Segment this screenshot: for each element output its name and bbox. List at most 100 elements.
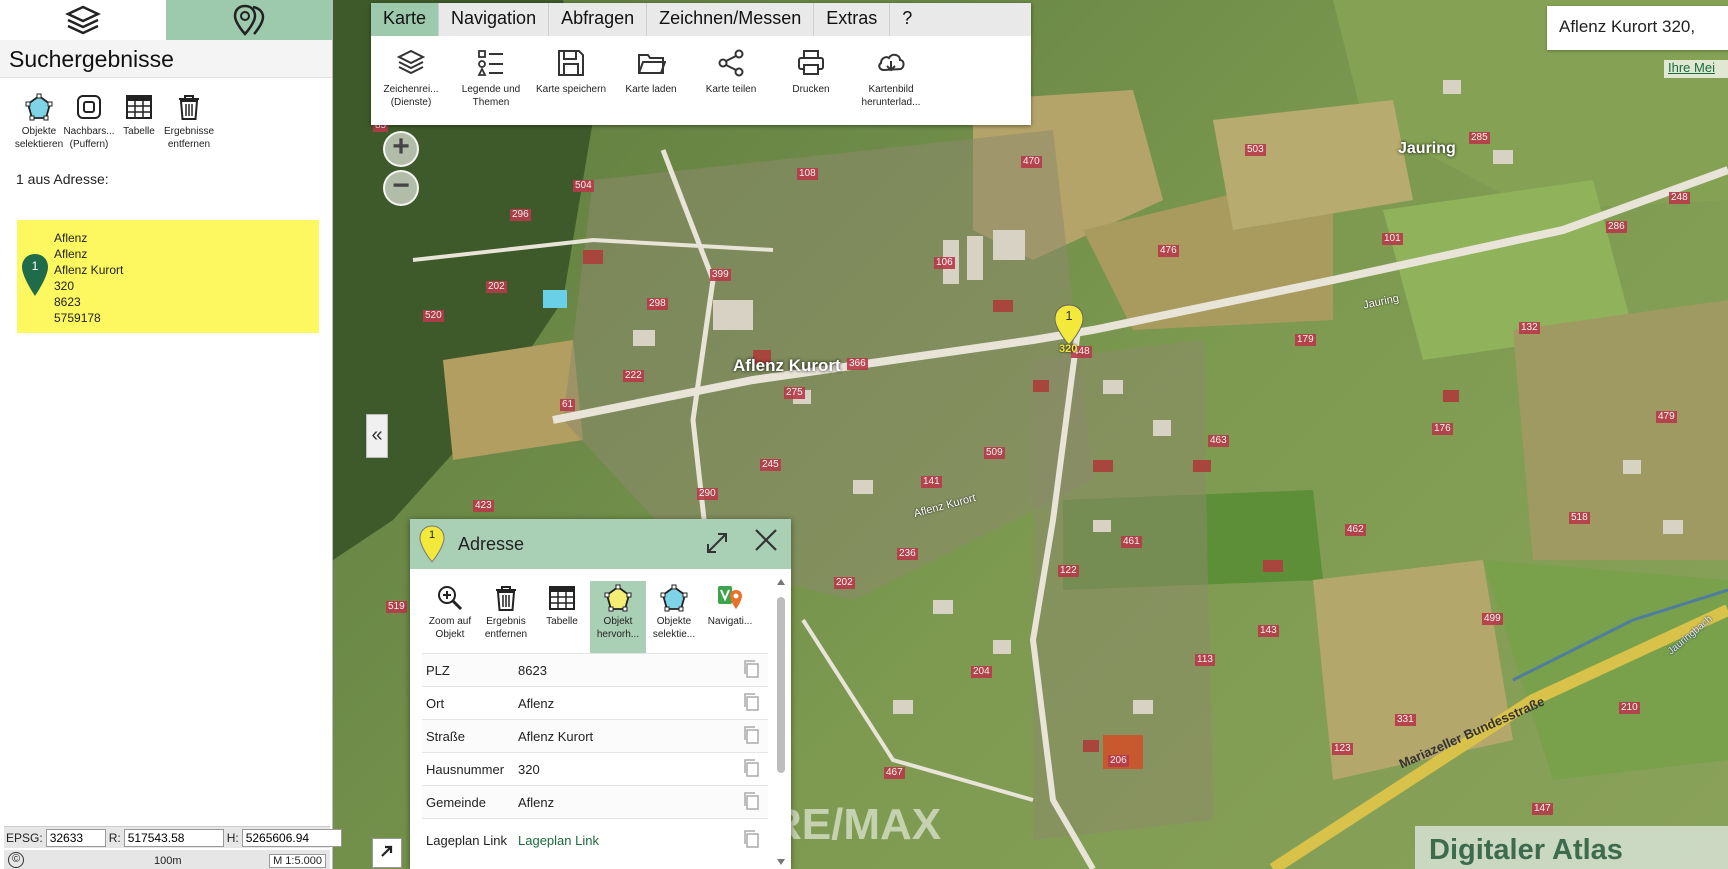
copy-button[interactable] bbox=[734, 785, 768, 819]
copy-button[interactable] bbox=[734, 653, 768, 687]
share-map-button[interactable]: Karte teilen bbox=[691, 47, 771, 109]
coordinate-bar: EPSG: R: H: bbox=[4, 826, 342, 848]
drawing-layers-button[interactable]: Zeichenrei... (Dienste) bbox=[371, 47, 451, 109]
tab-help[interactable]: ? bbox=[890, 3, 924, 36]
expand-icon[interactable] bbox=[705, 531, 729, 561]
select-objects-button[interactable]: Objekte selektieren bbox=[14, 92, 64, 151]
panel-title: Suchergebnisse bbox=[0, 40, 332, 78]
house-number-label: 463 bbox=[1208, 435, 1229, 447]
popup-scrollbar[interactable] bbox=[775, 577, 787, 869]
house-number-label: 206 bbox=[1108, 755, 1129, 767]
epsg-input[interactable] bbox=[45, 828, 106, 847]
highlight-object-button[interactable]: Objekt hervorh... bbox=[590, 581, 646, 653]
copy-button[interactable] bbox=[734, 686, 768, 720]
copy-button[interactable] bbox=[734, 752, 768, 786]
attribute-value: Aflenz Kurort bbox=[514, 719, 734, 753]
popup-tools: Zoom auf Objekt Ergebnis entfernen Tabel… bbox=[410, 569, 791, 653]
attribute-value-text: 8623 bbox=[518, 662, 547, 678]
tab-zeichnen-messen[interactable]: Zeichnen/Messen bbox=[647, 3, 815, 36]
remove-results-button[interactable]: Ergebnisse entfernen bbox=[164, 92, 214, 151]
collapse-panel-button[interactable]: « bbox=[366, 414, 388, 458]
table-button[interactable]: Tabelle bbox=[114, 92, 164, 151]
house-number-label: 470 bbox=[1021, 156, 1042, 168]
scale-bar: © 100m M 1:5.000 bbox=[4, 850, 330, 869]
attribute-value-text: 320 bbox=[518, 761, 540, 777]
attribute-row: PLZ 8623 bbox=[422, 653, 768, 687]
download-map-image-button[interactable]: Kartenbild herunterlad... bbox=[851, 47, 931, 109]
navigation-button[interactable]: Navigati... bbox=[702, 581, 758, 653]
scale-length: 100m bbox=[154, 855, 182, 867]
tool-label: Karte laden bbox=[625, 84, 677, 95]
copyright-icon[interactable]: © bbox=[8, 852, 24, 868]
house-number-label: 147 bbox=[1532, 803, 1553, 815]
menu-tabs: Karte Navigation Abfragen Zeichnen/Messe… bbox=[371, 3, 1031, 36]
house-number-label: 222 bbox=[623, 370, 644, 382]
attribute-key: Gemeinde bbox=[422, 785, 514, 819]
left-panel: Suchergebnisse Objekte selektieren Nachb… bbox=[0, 0, 342, 869]
print-button[interactable]: Drucken bbox=[771, 47, 851, 109]
h-coordinate-input[interactable] bbox=[241, 828, 342, 847]
popup-title: Adresse bbox=[458, 533, 525, 554]
close-icon[interactable] bbox=[753, 527, 779, 559]
attribute-row: Hausnummer 320 bbox=[422, 752, 768, 786]
zoom-in-button[interactable]: + bbox=[383, 131, 419, 167]
tool-label: Legende und Themen bbox=[461, 84, 521, 108]
save-map-button[interactable]: Karte speichern bbox=[531, 47, 611, 109]
fullscreen-arrow-button[interactable] bbox=[372, 838, 402, 868]
zoom-out-button[interactable]: − bbox=[383, 170, 419, 206]
tab-karte[interactable]: Karte bbox=[371, 3, 440, 36]
r-coordinate-input[interactable] bbox=[123, 828, 224, 847]
epsg-label: EPSG: bbox=[6, 830, 43, 845]
buffer-button[interactable]: Nachbars... (Puffern) bbox=[63, 92, 115, 151]
highlight-icon bbox=[604, 584, 632, 612]
attribute-key: Ort bbox=[422, 686, 514, 720]
r-label: R: bbox=[108, 830, 121, 845]
load-map-button[interactable]: Karte laden bbox=[611, 47, 691, 109]
attribute-value-text: Aflenz Kurort bbox=[518, 728, 594, 744]
copy-icon bbox=[744, 791, 759, 810]
tab-abfragen[interactable]: Abfragen bbox=[549, 3, 648, 36]
popup-header: 1 Adresse bbox=[410, 519, 791, 569]
h-label: H: bbox=[226, 830, 239, 845]
result-count: 1 aus Adresse: bbox=[16, 171, 109, 187]
folder-icon bbox=[638, 54, 666, 74]
digitaler-atlas-logo: Digitaler Atlas bbox=[1415, 826, 1728, 869]
tab-search-results[interactable] bbox=[166, 0, 332, 40]
house-number-label: 248 bbox=[1669, 192, 1690, 204]
tool-label: Zeichenrei... (Dienste) bbox=[383, 84, 439, 108]
legend-button[interactable]: Legende und Themen bbox=[451, 47, 531, 109]
result-pin-number: 1 bbox=[31, 259, 39, 273]
result-line: 5759178 bbox=[54, 311, 101, 325]
attribute-key: Straße bbox=[422, 719, 514, 753]
tab-layers[interactable] bbox=[0, 0, 166, 40]
select-objects-button[interactable]: Objekte selektie... bbox=[646, 581, 702, 653]
copy-button[interactable] bbox=[734, 818, 768, 863]
result-line: 320 bbox=[54, 279, 75, 293]
attribute-key: Lageplan Link bbox=[422, 818, 514, 863]
address-marker[interactable]: 1 320 bbox=[1053, 303, 1085, 355]
scrollbar-thumb[interactable] bbox=[777, 597, 785, 773]
house-number-label: 286 bbox=[1606, 221, 1627, 233]
tool-label: Tabelle bbox=[123, 126, 155, 137]
more-link[interactable]: Ihre Mei bbox=[1664, 60, 1728, 78]
trash-icon bbox=[179, 95, 199, 120]
search-input[interactable]: Aflenz Kurort 320, bbox=[1547, 6, 1728, 50]
attribute-value-text: Aflenz bbox=[518, 695, 555, 711]
table-icon bbox=[549, 586, 575, 610]
trash-icon bbox=[496, 586, 516, 611]
scroll-down-icon bbox=[777, 859, 785, 865]
tab-navigation[interactable]: Navigation bbox=[439, 3, 550, 36]
lageplan-link[interactable]: Lageplan Link bbox=[518, 833, 599, 848]
remove-result-button[interactable]: Ergebnis entfernen bbox=[478, 581, 534, 653]
tab-extras[interactable]: Extras bbox=[814, 3, 891, 36]
result-line: Aflenz bbox=[54, 231, 88, 245]
search-result-item[interactable]: 1 Aflenz Aflenz Aflenz Kurort 320 8623 5… bbox=[17, 220, 319, 333]
house-number-label: 101 bbox=[1382, 233, 1403, 245]
result-pin: 1 bbox=[20, 252, 50, 302]
scale-ratio[interactable]: M 1:5.000 bbox=[269, 854, 326, 868]
table-button[interactable]: Tabelle bbox=[534, 581, 590, 653]
copy-icon bbox=[744, 758, 759, 777]
zoom-to-object-button[interactable]: Zoom auf Objekt bbox=[422, 581, 478, 653]
copy-button[interactable] bbox=[734, 719, 768, 753]
tool-label: Objekte selektieren bbox=[14, 126, 64, 150]
